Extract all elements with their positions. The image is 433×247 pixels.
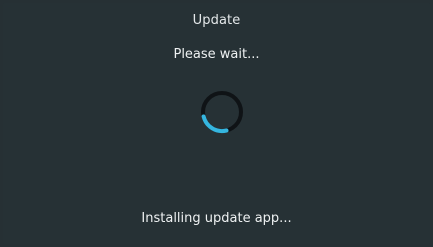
page-title: Update bbox=[192, 13, 241, 28]
please-wait-message: Please wait... bbox=[173, 47, 260, 62]
spinner-progress-arc bbox=[201, 114, 229, 133]
update-screen: Update Please wait... Installing update … bbox=[0, 0, 433, 247]
installing-status-text: Installing update app... bbox=[141, 211, 292, 226]
loading-spinner-icon bbox=[201, 91, 243, 133]
